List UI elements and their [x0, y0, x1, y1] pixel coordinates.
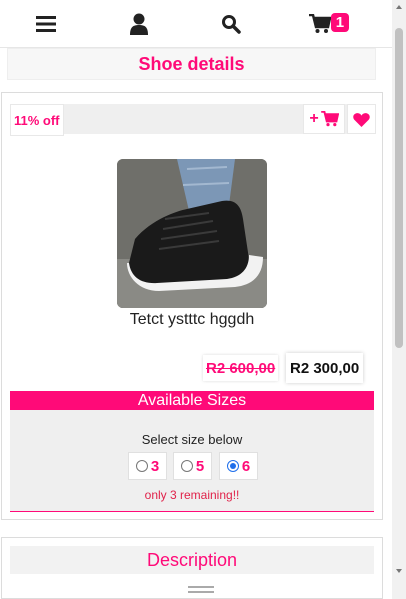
select-size-caption: Select size below [141, 432, 243, 447]
product-top-strip: 11% off + [10, 104, 376, 136]
cart-count-badge: 1 [330, 12, 350, 32]
size-label: 5 [195, 457, 205, 475]
plus-label: + [309, 110, 319, 127]
size-label: 3 [150, 457, 160, 475]
top-navbar: 1 [0, 0, 392, 48]
size-label: 6 [241, 457, 251, 475]
scroll-up-arrow-icon[interactable] [396, 5, 402, 9]
scrollbar-thumb[interactable] [395, 28, 403, 348]
stock-remaining-note: only 3 remaining!! [144, 488, 240, 502]
product-card: 11% off + Tetct ystttc hggdh R2 600,00 R… [1, 92, 383, 520]
search-icon[interactable] [214, 7, 248, 41]
size-radio[interactable] [135, 460, 148, 472]
page-title: Shoe details [7, 48, 376, 80]
cart-icon [308, 13, 331, 33]
product-image[interactable] [117, 159, 267, 308]
scroll-down-arrow-icon[interactable] [396, 569, 402, 573]
heart-icon [353, 112, 370, 127]
hamburger-menu-icon[interactable] [29, 7, 63, 41]
bottom-drag-handle-icon[interactable] [188, 586, 214, 593]
available-sizes-heading: Available Sizes [10, 391, 374, 410]
product-name: Tetct ystttc hggdh [129, 311, 255, 328]
size-radio[interactable] [180, 460, 193, 472]
description-heading[interactable]: Description [10, 546, 374, 574]
size-option-3[interactable]: 3 [128, 452, 167, 480]
old-price: R2 600,00 [203, 355, 279, 381]
sizes-panel: Select size below 3 5 6 only 3 remaining… [10, 410, 374, 512]
cart-icon [320, 111, 339, 127]
cart-button[interactable]: 1 [307, 7, 363, 41]
wishlist-button[interactable] [347, 104, 376, 134]
size-option-5[interactable]: 5 [173, 452, 212, 480]
new-price: R2 300,00 [286, 353, 364, 383]
add-to-cart-button[interactable]: + [303, 104, 345, 134]
page-scrollbar[interactable] [392, 0, 406, 599]
size-radio-selected[interactable] [226, 460, 239, 472]
size-option-6[interactable]: 6 [219, 452, 258, 480]
user-icon[interactable] [122, 7, 156, 41]
discount-badge: 11% off [10, 104, 64, 136]
